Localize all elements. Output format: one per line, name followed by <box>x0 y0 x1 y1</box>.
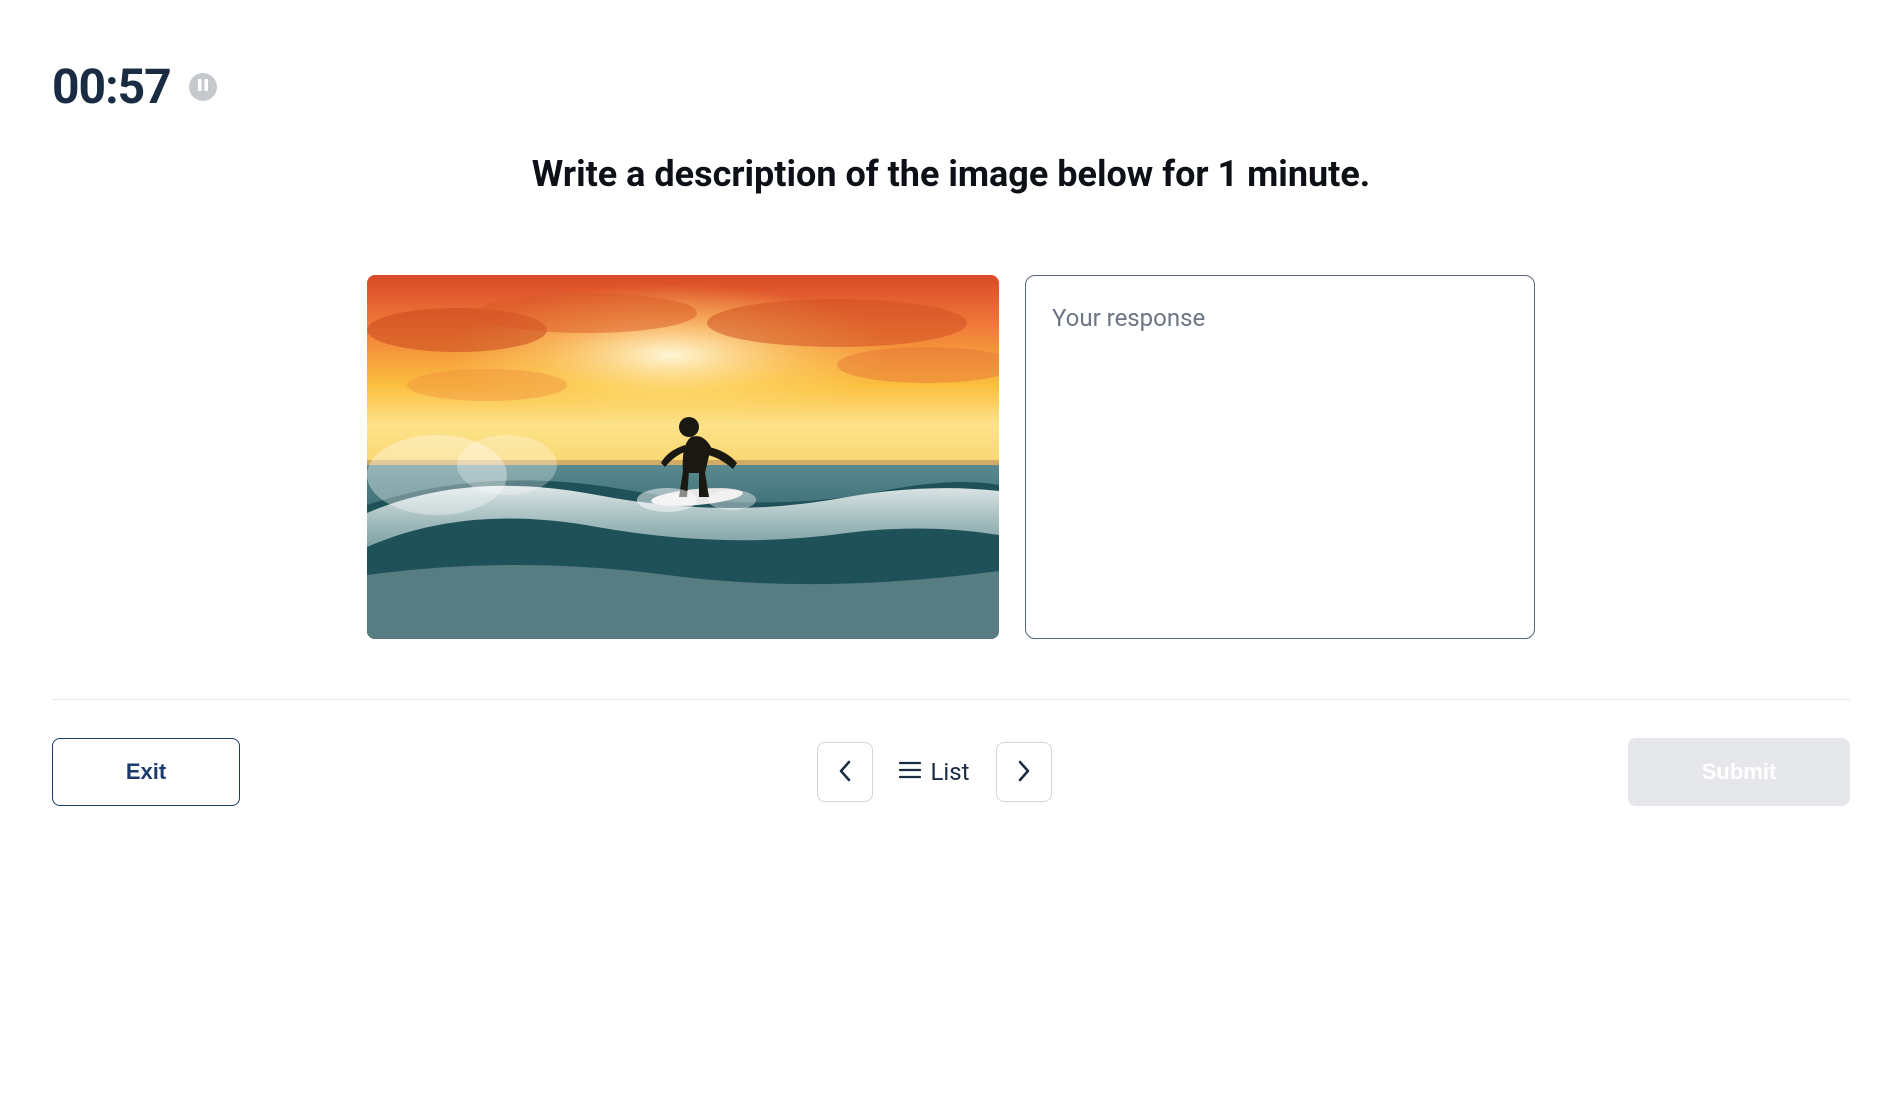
chevron-right-icon <box>1017 760 1031 785</box>
submit-button[interactable]: Submit <box>1628 738 1850 806</box>
instruction-text: Write a description of the image below f… <box>0 115 1902 195</box>
content-area <box>0 195 1902 699</box>
header-bar: 00:57 <box>0 0 1902 115</box>
previous-button[interactable] <box>817 742 873 802</box>
list-icon <box>899 761 921 783</box>
pause-button[interactable] <box>189 73 217 101</box>
footer-bar: Exit List <box>0 700 1902 844</box>
pause-icon <box>198 79 208 94</box>
list-label: List <box>931 758 970 786</box>
response-textarea[interactable] <box>1025 275 1535 639</box>
timer-display: 00:57 <box>52 58 171 115</box>
navigation-controls: List <box>817 742 1052 802</box>
response-panel <box>1025 275 1535 639</box>
prompt-image <box>367 275 999 639</box>
chevron-left-icon <box>838 760 852 785</box>
exit-button[interactable]: Exit <box>52 738 240 806</box>
next-button[interactable] <box>996 742 1052 802</box>
list-button[interactable]: List <box>891 758 978 786</box>
